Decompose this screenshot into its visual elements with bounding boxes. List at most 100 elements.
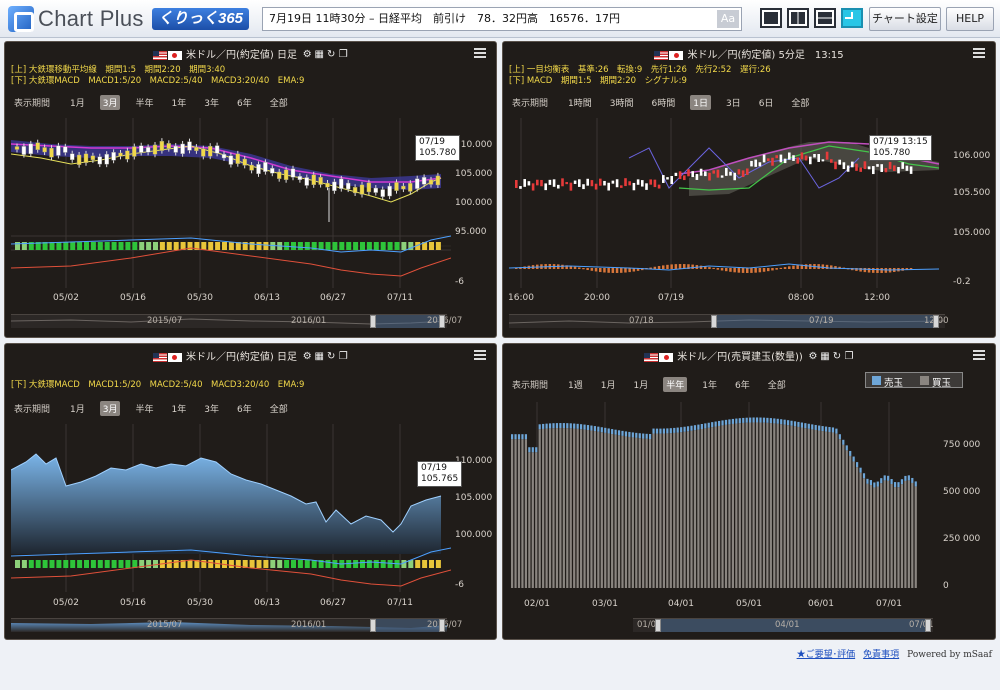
period-3m[interactable]: 3月 xyxy=(99,95,121,110)
bar-sell xyxy=(631,432,634,438)
gear-icon[interactable]: ⚙ xyxy=(808,352,818,362)
refresh-icon[interactable]: ↻ xyxy=(326,352,336,362)
gear-icon[interactable]: ⚙ xyxy=(302,352,312,362)
period-6y[interactable]: 6年 xyxy=(234,401,255,416)
help-button[interactable]: HELP xyxy=(946,7,994,31)
candle-body xyxy=(653,179,657,188)
layout-single-button[interactable] xyxy=(760,8,782,28)
bar-sell xyxy=(862,473,866,479)
panel-menu-icon[interactable] xyxy=(474,350,486,360)
period-1m[interactable]: 1月 xyxy=(67,401,88,416)
period-1h[interactable]: 1時間 xyxy=(565,95,595,110)
request-link[interactable]: ★ご要望･評価 xyxy=(797,650,856,660)
bar-buy xyxy=(517,439,521,588)
macd-bar xyxy=(716,268,720,270)
panel-menu-icon[interactable] xyxy=(973,48,985,58)
gear-icon[interactable]: ⚙ xyxy=(302,50,312,60)
font-size-button[interactable]: Aa xyxy=(717,10,739,28)
bar-sell xyxy=(914,481,917,487)
period-1w[interactable]: 1週 xyxy=(565,377,586,392)
candle-body xyxy=(540,179,543,187)
period-1y[interactable]: 1年 xyxy=(169,95,190,110)
nav-right-handle[interactable] xyxy=(439,619,445,632)
period-all[interactable]: 全部 xyxy=(765,377,789,392)
candle-body xyxy=(159,140,165,151)
nav-right-handle[interactable] xyxy=(933,315,939,328)
disclaimer-link[interactable]: 免責事項 xyxy=(863,650,899,660)
period-1d[interactable]: 1日 xyxy=(690,95,711,110)
range-navigator[interactable]: 2015/07 2016/01 2016/07 xyxy=(11,314,462,328)
open-interest-chart[interactable] xyxy=(509,402,935,592)
refresh-icon[interactable]: ↻ xyxy=(326,50,336,60)
copy-icon[interactable]: ❐ xyxy=(844,352,854,362)
x-tick: 07/11 xyxy=(387,598,413,608)
period-all[interactable]: 全部 xyxy=(788,95,812,110)
macd-bar xyxy=(876,268,879,273)
area-chart[interactable] xyxy=(11,424,451,592)
nav-right-handle[interactable] xyxy=(439,315,445,328)
grid-icon[interactable]: ▦ xyxy=(314,50,324,60)
period-3m[interactable]: 3月 xyxy=(99,401,121,416)
panel-menu-icon[interactable] xyxy=(973,350,985,360)
range-navigator[interactable]: 07/18 07/19 12:00 xyxy=(509,314,949,328)
period-6d[interactable]: 6日 xyxy=(756,95,777,110)
grid-icon[interactable]: ▦ xyxy=(314,352,324,362)
bar-sell xyxy=(662,428,665,434)
period-3d[interactable]: 3日 xyxy=(723,95,744,110)
copy-icon[interactable]: ❐ xyxy=(338,352,348,362)
nav-left-handle[interactable] xyxy=(711,315,717,328)
period-all[interactable]: 全部 xyxy=(267,401,291,416)
macd-bar xyxy=(77,560,83,568)
bar-sell xyxy=(645,433,648,439)
period-3h[interactable]: 3時間 xyxy=(607,95,637,110)
period-1m[interactable]: 1月 xyxy=(67,95,88,110)
layout-vsplit-button[interactable] xyxy=(787,8,809,28)
period-selector: 表示期間 1月 3月 半年 1年 3年 6年 全部 xyxy=(11,401,303,417)
period-1m-b[interactable]: 1月 xyxy=(630,377,651,392)
period-1m[interactable]: 1月 xyxy=(598,377,619,392)
layout-quad-button[interactable] xyxy=(841,8,863,28)
candle-body xyxy=(708,172,711,181)
macd-bar xyxy=(691,264,694,269)
period-6y[interactable]: 6年 xyxy=(234,95,255,110)
refresh-icon[interactable]: ↻ xyxy=(832,352,842,362)
bar-sell xyxy=(780,419,783,425)
period-6y[interactable]: 6年 xyxy=(732,377,753,392)
nav-left-handle[interactable] xyxy=(370,315,376,328)
nav-label: 07/18 xyxy=(629,316,654,326)
panel-title-bar: 米ドル／円(約定値) 日足 ⚙ ▦ ↻ ❐ xyxy=(5,348,496,364)
candle-body xyxy=(173,145,178,153)
macd-bar xyxy=(125,242,131,250)
period-3y[interactable]: 3年 xyxy=(201,401,222,416)
candle-body xyxy=(221,154,227,159)
nav-left-handle[interactable] xyxy=(370,619,376,632)
period-all[interactable]: 全部 xyxy=(267,95,291,110)
chart-settings-button[interactable]: チャート設定 xyxy=(869,7,941,31)
price-chart[interactable] xyxy=(11,118,451,288)
candle-body xyxy=(519,186,522,189)
period-6h[interactable]: 6時間 xyxy=(648,95,678,110)
nav-right-handle[interactable] xyxy=(925,619,931,632)
range-navigator[interactable]: 01/01 04/01 07/01 xyxy=(633,618,934,632)
period-6m[interactable]: 半年 xyxy=(132,401,156,416)
macd-bar xyxy=(270,560,276,568)
period-6m[interactable]: 半年 xyxy=(663,377,688,392)
bar-sell xyxy=(524,434,527,440)
panel-menu-icon[interactable] xyxy=(474,48,486,58)
candle-body xyxy=(28,143,33,155)
bar-buy xyxy=(721,425,724,588)
copy-icon[interactable]: ❐ xyxy=(338,50,348,60)
nav-left-handle[interactable] xyxy=(655,619,661,632)
period-1y[interactable]: 1年 xyxy=(699,377,720,392)
range-navigator[interactable]: 2015/07 2016/01 2016/07 xyxy=(11,618,462,632)
grid-icon[interactable]: ▦ xyxy=(820,352,830,362)
layout-hsplit-button[interactable] xyxy=(814,8,836,28)
price-tooltip: 07/19 105.780 xyxy=(415,135,461,161)
period-3y[interactable]: 3年 xyxy=(201,95,222,110)
x-tick: 03/01 xyxy=(592,599,618,609)
candle-body xyxy=(888,161,892,170)
logo-text: Chart Plus xyxy=(38,6,144,31)
period-6m[interactable]: 半年 xyxy=(132,95,156,110)
period-1y[interactable]: 1年 xyxy=(169,401,190,416)
candle-body xyxy=(586,178,589,186)
